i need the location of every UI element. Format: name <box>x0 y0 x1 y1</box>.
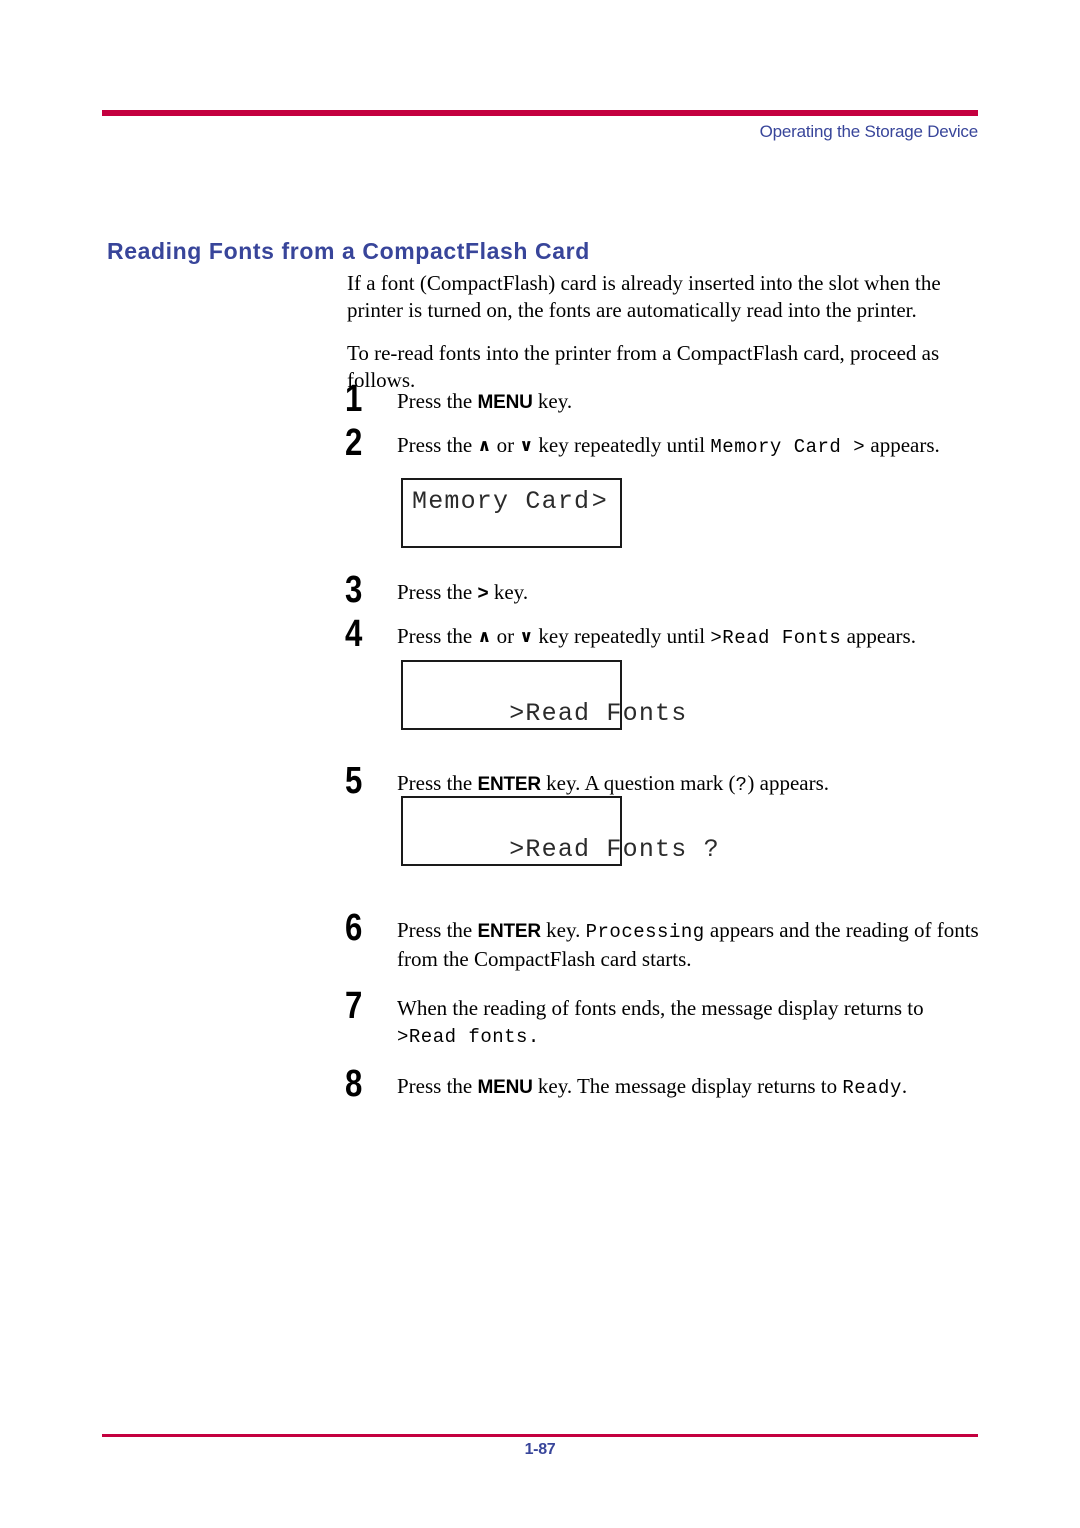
lcd-text-left: Memory Card <box>412 487 591 516</box>
step-text-run: or <box>491 433 520 457</box>
lcd-panel-read-fonts-question: >Read Fonts ? <box>401 796 719 866</box>
procedure-step: 7 When the reading of fonts ends, the mes… <box>345 987 985 1051</box>
chevron-icon: ∨ <box>519 436 534 456</box>
step-text: When the reading of fonts ends, the mess… <box>397 995 985 1051</box>
step-text-run: key repeatedly until <box>533 624 711 648</box>
step-text: Press the ENTER key. A question mark (?)… <box>397 770 985 799</box>
chevron-icon: ∨ <box>519 627 534 647</box>
step-text: Press the ∧ or ∨ key repeatedly until >R… <box>397 623 985 652</box>
step-text-run: key. The message display returns to <box>532 1074 843 1098</box>
step-number: 7 <box>345 985 362 1027</box>
procedure-step: 1 Press the MENU key. <box>345 380 985 418</box>
step-text-run: Press the <box>397 1074 478 1098</box>
procedure-step: 3 Press the > key. <box>345 571 985 609</box>
step-text-run: Press the <box>397 624 478 648</box>
step-text-run: Press the <box>397 918 478 942</box>
step-text-run: key. <box>488 580 529 604</box>
step-number: 8 <box>345 1063 362 1105</box>
step-number: 4 <box>345 613 362 655</box>
step-text: Press the ∧ or ∨ key repeatedly until Me… <box>397 432 985 461</box>
lcd-text-left: >Read Fonts ? <box>509 835 720 864</box>
intro-paragraph-2: To re-read fonts into the printer from a… <box>347 341 940 392</box>
chevron-icon: ∧ <box>477 627 492 647</box>
display-message: Processing <box>585 921 705 943</box>
key-label: MENU <box>477 1077 533 1098</box>
display-message: Memory Card > <box>710 436 866 458</box>
intro-paragraph-1: If a font (CompactFlash) card is already… <box>347 271 941 322</box>
step-text-run: Press the <box>397 433 478 457</box>
step-text-run: When the reading of fonts ends, the mess… <box>397 996 924 1020</box>
key-label: ENTER <box>477 921 542 942</box>
step-number: 6 <box>345 907 362 949</box>
step-text-run: key. <box>532 389 573 413</box>
lcd-panel-read-fonts: >Read Fonts <box>401 660 686 730</box>
page-number: 1-87 <box>524 1441 556 1458</box>
chevron-icon: ∧ <box>477 436 492 456</box>
step-text-run: or <box>491 624 520 648</box>
key-label: ENTER <box>477 774 542 795</box>
lcd-line: Memory Card > <box>403 480 620 517</box>
procedure-step: 2 Press the ∧ or ∨ key repeatedly until M… <box>345 424 985 462</box>
document-page: Operating the Storage Device Reading Fon… <box>0 0 1080 1528</box>
step-text-run: key repeatedly until <box>533 433 711 457</box>
step-text: Press the > key. <box>397 579 985 607</box>
lcd-text-left: >Read Fonts <box>509 699 688 728</box>
step-text: Press the MENU key. <box>397 388 985 416</box>
step-text-run: Press the <box>397 389 478 413</box>
step-text-run: . <box>901 1074 908 1098</box>
display-message: ? <box>735 774 748 796</box>
lcd-line: >Read Fonts <box>403 662 686 759</box>
step-text-run: appears. <box>841 624 916 648</box>
procedure-step: 5 Press the ENTER key. A question mark (?… <box>345 762 985 800</box>
footer-rule <box>102 1434 978 1437</box>
step-text-run: Press the <box>397 580 478 604</box>
procedure-step: 8 Press the MENU key. The message display… <box>345 1065 985 1103</box>
lcd-line: >Read Fonts ? <box>403 798 718 895</box>
right-arrow-key-label: > <box>477 583 489 604</box>
lcd-panel-memory-card: Memory Card > <box>401 478 622 548</box>
lcd-text-right: > <box>591 487 608 516</box>
step-number: 2 <box>345 422 362 464</box>
display-message: Ready <box>842 1077 902 1099</box>
display-message: >Read fonts. <box>397 1026 540 1048</box>
step-text: Press the ENTER key. Processing appears … <box>397 917 985 973</box>
step-text-run: key. <box>540 918 586 942</box>
key-label: MENU <box>477 392 533 413</box>
step-number: 3 <box>345 569 362 611</box>
step-number: 1 <box>345 378 362 420</box>
procedure-step: 6 Press the ENTER key. Processing appears… <box>345 909 985 973</box>
step-number: 5 <box>345 760 362 802</box>
step-text-run: ) appears. <box>747 771 830 795</box>
page-title: Reading Fonts from a CompactFlash Card <box>107 238 590 265</box>
header-rule <box>102 110 978 116</box>
running-header-title: Operating the Storage Device <box>759 122 979 141</box>
display-message: >Read Fonts <box>710 627 842 649</box>
step-text-run: Press the <box>397 771 478 795</box>
step-text-run: appears. <box>865 433 940 457</box>
step-text: Press the MENU key. The message display … <box>397 1073 985 1102</box>
procedure-step: 4 Press the ∧ or ∨ key repeatedly until >… <box>345 615 985 653</box>
step-text-run: key. A question mark ( <box>540 771 736 795</box>
